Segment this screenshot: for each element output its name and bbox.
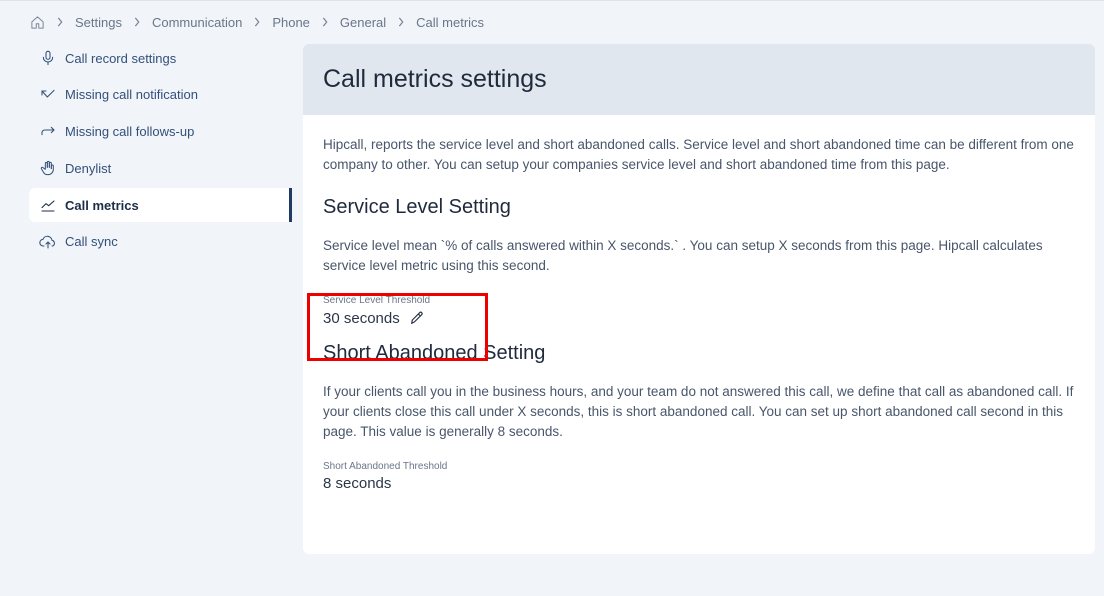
- service-level-description: Service level mean `% of calls answered …: [323, 238, 1043, 273]
- call-metrics-card: Call metrics settings Hipcall, reports t…: [303, 44, 1095, 554]
- sidebar-item-missing-call-notification[interactable]: Missing call notification: [29, 78, 292, 112]
- chevron-right-icon: [310, 17, 340, 27]
- chevron-right-icon: [45, 17, 75, 27]
- sidebar-item-label: Call record settings: [65, 50, 177, 66]
- sidebar-item-call-record-settings[interactable]: Call record settings: [29, 41, 292, 75]
- chevron-right-icon: [122, 17, 152, 27]
- sidebar-item-label: Denylist: [65, 160, 112, 176]
- short-abandoned-heading: Short Abandoned Setting: [323, 342, 546, 364]
- service-level-threshold-label: Service Level Threshold: [323, 295, 431, 306]
- sidebar-item-label: Call metrics: [65, 197, 139, 213]
- card-header: Call metrics settings: [303, 44, 1095, 115]
- service-level-threshold-value: 30 seconds: [323, 309, 400, 327]
- chart-line-icon: [39, 196, 57, 214]
- sidebar-item-missing-call-follows-up[interactable]: Missing call follows-up: [29, 115, 292, 149]
- sidebar-item-call-metrics[interactable]: Call metrics: [29, 188, 292, 223]
- sidebar-item-label: Call sync: [65, 234, 118, 250]
- breadcrumb-communication[interactable]: Communication: [152, 15, 242, 30]
- breadcrumb-settings[interactable]: Settings: [75, 15, 122, 30]
- sidebar-item-denylist[interactable]: Denylist: [29, 151, 292, 185]
- sidebar-item-label: Missing call follows-up: [65, 124, 195, 140]
- card-body: Hipcall, reports the service level and s…: [303, 115, 1095, 492]
- chevron-right-icon: [386, 17, 416, 27]
- microphone-icon: [39, 49, 57, 67]
- cloud-upload-icon: [39, 233, 57, 251]
- service-level-threshold-field: 30 seconds: [323, 309, 1075, 327]
- missed-call-icon: [39, 86, 57, 104]
- sidebar-item-label: Missing call notification: [65, 87, 198, 103]
- sidebar: Call record settings Missing call notifi…: [29, 41, 292, 262]
- sidebar-item-call-sync[interactable]: Call sync: [29, 225, 292, 259]
- breadcrumb-call-metrics: Call metrics: [416, 14, 485, 30]
- home-icon[interactable]: [29, 14, 45, 30]
- chevron-right-icon: [242, 17, 272, 27]
- short-abandoned-threshold-value: 8 seconds: [323, 475, 392, 492]
- breadcrumb: Settings Communication Phone General Cal…: [29, 13, 484, 31]
- breadcrumb-general[interactable]: General: [340, 15, 386, 30]
- intro-text: Hipcall, reports the service level and s…: [323, 137, 1074, 172]
- hand-icon: [39, 159, 57, 177]
- short-abandoned-description: If your clients call you in the business…: [323, 384, 1074, 439]
- service-level-heading: Service Level Setting: [323, 196, 511, 218]
- page-title: Call metrics settings: [323, 65, 547, 93]
- forward-arrow-icon: [39, 123, 57, 141]
- short-abandoned-threshold-label: Short Abandoned Threshold: [323, 461, 448, 472]
- pencil-icon[interactable]: [408, 309, 426, 327]
- breadcrumb-phone[interactable]: Phone: [272, 15, 310, 30]
- top-divider: [0, 0, 1104, 1]
